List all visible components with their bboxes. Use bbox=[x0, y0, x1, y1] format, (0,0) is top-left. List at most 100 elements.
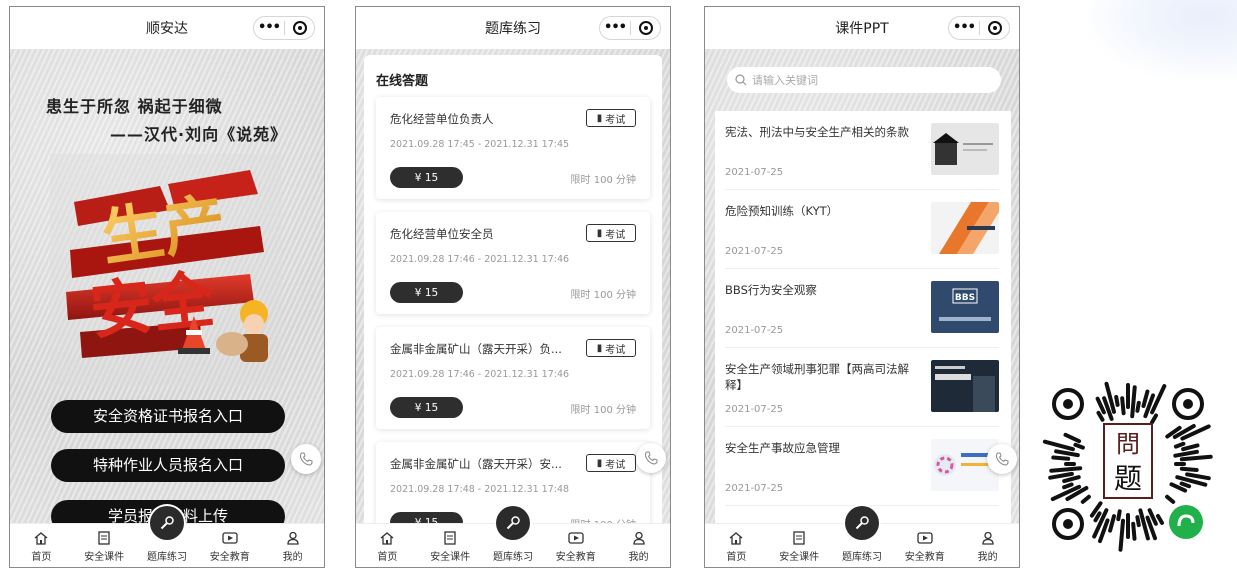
tab-education[interactable]: 安全教育 bbox=[544, 524, 607, 567]
tab-mine[interactable]: 我的 bbox=[607, 524, 670, 567]
exam-name: 危化经营单位安全员 bbox=[390, 227, 494, 241]
exam-time: 2021.09.28 17:46 - 2021.12.31 17:46 bbox=[390, 254, 570, 265]
qr-ray bbox=[1080, 494, 1091, 504]
courseware-thumbnail bbox=[931, 202, 999, 254]
tab-courseware[interactable]: 安全课件 bbox=[768, 524, 831, 567]
phone-icon bbox=[299, 452, 313, 466]
qr-ray bbox=[1173, 449, 1199, 458]
exam-tag-button[interactable]: ▮ 考试 bbox=[586, 109, 636, 127]
tab-label: 我的 bbox=[282, 552, 303, 563]
tab-education[interactable]: 安全教育 bbox=[198, 524, 261, 567]
wechat-mini-program-icon bbox=[1169, 505, 1203, 539]
register-special-operator-button[interactable]: 特种作业人员报名入口 bbox=[51, 449, 285, 482]
clipboard-icon: ▮ bbox=[596, 227, 603, 239]
courseware-date: 2021-07-25 bbox=[725, 404, 784, 415]
tab-label: 安全教育 bbox=[555, 552, 596, 563]
record-circle-icon[interactable] bbox=[980, 21, 1009, 35]
online-exam-panel: 在线答题 危化经营单位负责人 ▮ 考试 2021.09.28 17:45 - 20… bbox=[364, 55, 662, 567]
courseware-date: 2021-07-25 bbox=[725, 325, 784, 336]
video-icon bbox=[917, 531, 933, 545]
tab-courseware[interactable]: 安全课件 bbox=[419, 524, 482, 567]
exam-tag-button[interactable]: ▮ 考试 bbox=[586, 454, 636, 472]
wrench-icon bbox=[495, 506, 530, 540]
qr-ray bbox=[1116, 509, 1122, 522]
qr-ray bbox=[1138, 508, 1150, 541]
qr-ray bbox=[1131, 521, 1137, 541]
courseware-title: 安全生产事故应急管理 bbox=[725, 441, 840, 455]
phone-call-button[interactable] bbox=[291, 444, 321, 474]
register-certificate-button[interactable]: 安全资格证书报名入口 bbox=[51, 400, 285, 433]
qr-ray bbox=[1185, 472, 1211, 481]
home-icon bbox=[33, 531, 49, 545]
list-item[interactable]: 危险预知训练（KYT） 2021-07-25 bbox=[725, 190, 999, 269]
section-title: 在线答题 bbox=[376, 74, 429, 89]
mini-program-qr-code: 問 题 bbox=[1042, 381, 1213, 552]
phone-call-button[interactable] bbox=[987, 444, 1017, 474]
search-input[interactable]: 请输入关键词 bbox=[727, 67, 1001, 93]
more-dots-icon[interactable]: ••• bbox=[949, 18, 979, 38]
tab-mine[interactable]: 我的 bbox=[261, 524, 324, 567]
qr-ray bbox=[1093, 511, 1102, 523]
user-icon bbox=[980, 531, 996, 545]
tab-label: 首页 bbox=[377, 552, 398, 563]
record-circle-icon[interactable] bbox=[285, 21, 314, 35]
nav-bar: 顺安达 ••• bbox=[10, 7, 324, 49]
qr-ray bbox=[1062, 482, 1074, 490]
qr-ray bbox=[1108, 514, 1116, 533]
more-dots-icon[interactable]: ••• bbox=[600, 18, 630, 38]
list-item[interactable]: 宪法、刑法中与安全生产相关的条款 2021-07-25 bbox=[725, 111, 999, 190]
qr-ray bbox=[1048, 471, 1074, 480]
exam-card[interactable]: 金属非金属矿山（露天开采）负... ▮ 考试 2021.09.28 17:46 -… bbox=[376, 327, 650, 429]
list-item[interactable]: BBS行为安全观察 2021-07-25 BBS bbox=[725, 269, 999, 348]
qr-ray bbox=[1165, 494, 1176, 504]
page-title: 顺安达 bbox=[146, 21, 188, 37]
exam-card[interactable]: 危化经营单位安全员 ▮ 考试 2021.09.28 17:46 - 2021.12… bbox=[376, 212, 650, 314]
tab-label: 安全课件 bbox=[84, 552, 125, 563]
exam-time-limit: 限时 100 分钟 bbox=[570, 290, 636, 301]
more-dots-icon[interactable]: ••• bbox=[254, 18, 284, 38]
background-glow bbox=[1087, 0, 1237, 80]
video-icon bbox=[222, 531, 238, 545]
tab-question-bank[interactable]: 题库练习 bbox=[831, 506, 894, 567]
phone-call-button[interactable] bbox=[636, 443, 666, 473]
tab-home[interactable]: 首页 bbox=[705, 524, 768, 567]
qr-ray bbox=[1051, 455, 1071, 461]
user-icon bbox=[631, 531, 647, 545]
qr-ray bbox=[1042, 439, 1075, 452]
wrench-icon bbox=[149, 506, 184, 540]
tab-home[interactable]: 首页 bbox=[356, 524, 419, 567]
exam-time: 2021.09.28 17:46 - 2021.12.31 17:46 bbox=[390, 369, 570, 380]
exam-time-limit: 限时 100 分钟 bbox=[570, 405, 636, 416]
tab-home[interactable]: 首页 bbox=[10, 524, 73, 567]
nav-bar: 课件PPT ••• bbox=[705, 7, 1019, 49]
video-icon bbox=[568, 531, 584, 545]
tab-mine[interactable]: 我的 bbox=[956, 524, 1019, 567]
qr-ray bbox=[1179, 454, 1213, 462]
mini-program-capsule: ••• bbox=[599, 16, 661, 40]
courseware-date: 2021-07-25 bbox=[725, 483, 784, 494]
exam-price: ¥ 15 bbox=[390, 282, 463, 303]
tab-education[interactable]: 安全教育 bbox=[893, 524, 956, 567]
tab-question-bank[interactable]: 题库练习 bbox=[482, 506, 545, 567]
tab-label: 题库练习 bbox=[841, 552, 882, 563]
exam-tag-button[interactable]: ▮ 考试 bbox=[586, 339, 636, 357]
exam-name: 金属非金属矿山（露天开采）负... bbox=[390, 342, 562, 356]
tab-courseware[interactable]: 安全课件 bbox=[73, 524, 136, 567]
courseware-list: 宪法、刑法中与安全生产相关的条款 2021-07-25 危险预知训练（KYT） … bbox=[715, 111, 1011, 531]
courseware-title: 宪法、刑法中与安全生产相关的条款 bbox=[725, 125, 909, 139]
qr-ray bbox=[1179, 466, 1199, 472]
tab-question-bank[interactable]: 题库练习 bbox=[136, 506, 199, 567]
exam-card[interactable]: 危化经营单位负责人 ▮ 考试 2021.09.28 17:45 - 2021.12… bbox=[376, 97, 650, 199]
record-circle-icon[interactable] bbox=[631, 21, 660, 35]
tab-label: 题库练习 bbox=[146, 552, 187, 563]
list-item[interactable]: 安全生产事故应急管理 2021-07-25 bbox=[725, 427, 999, 506]
mini-program-capsule: ••• bbox=[253, 16, 315, 40]
courseware-date: 2021-07-25 bbox=[725, 167, 784, 178]
tab-label: 安全教育 bbox=[904, 552, 945, 563]
qr-ray bbox=[1049, 466, 1083, 473]
exam-tag-button[interactable]: ▮ 考试 bbox=[586, 224, 636, 242]
tab-label: 我的 bbox=[628, 552, 649, 563]
list-item[interactable]: 安全生产领域刑事犯罪【两高司法解释】 2021-07-25 bbox=[725, 348, 999, 427]
phone-screen-question-bank: 题库练习 ••• 在线答题 危化经营单位负责人 ▮ 考试 2021.09.28 1… bbox=[355, 6, 671, 568]
page-title: 课件PPT bbox=[835, 21, 889, 37]
